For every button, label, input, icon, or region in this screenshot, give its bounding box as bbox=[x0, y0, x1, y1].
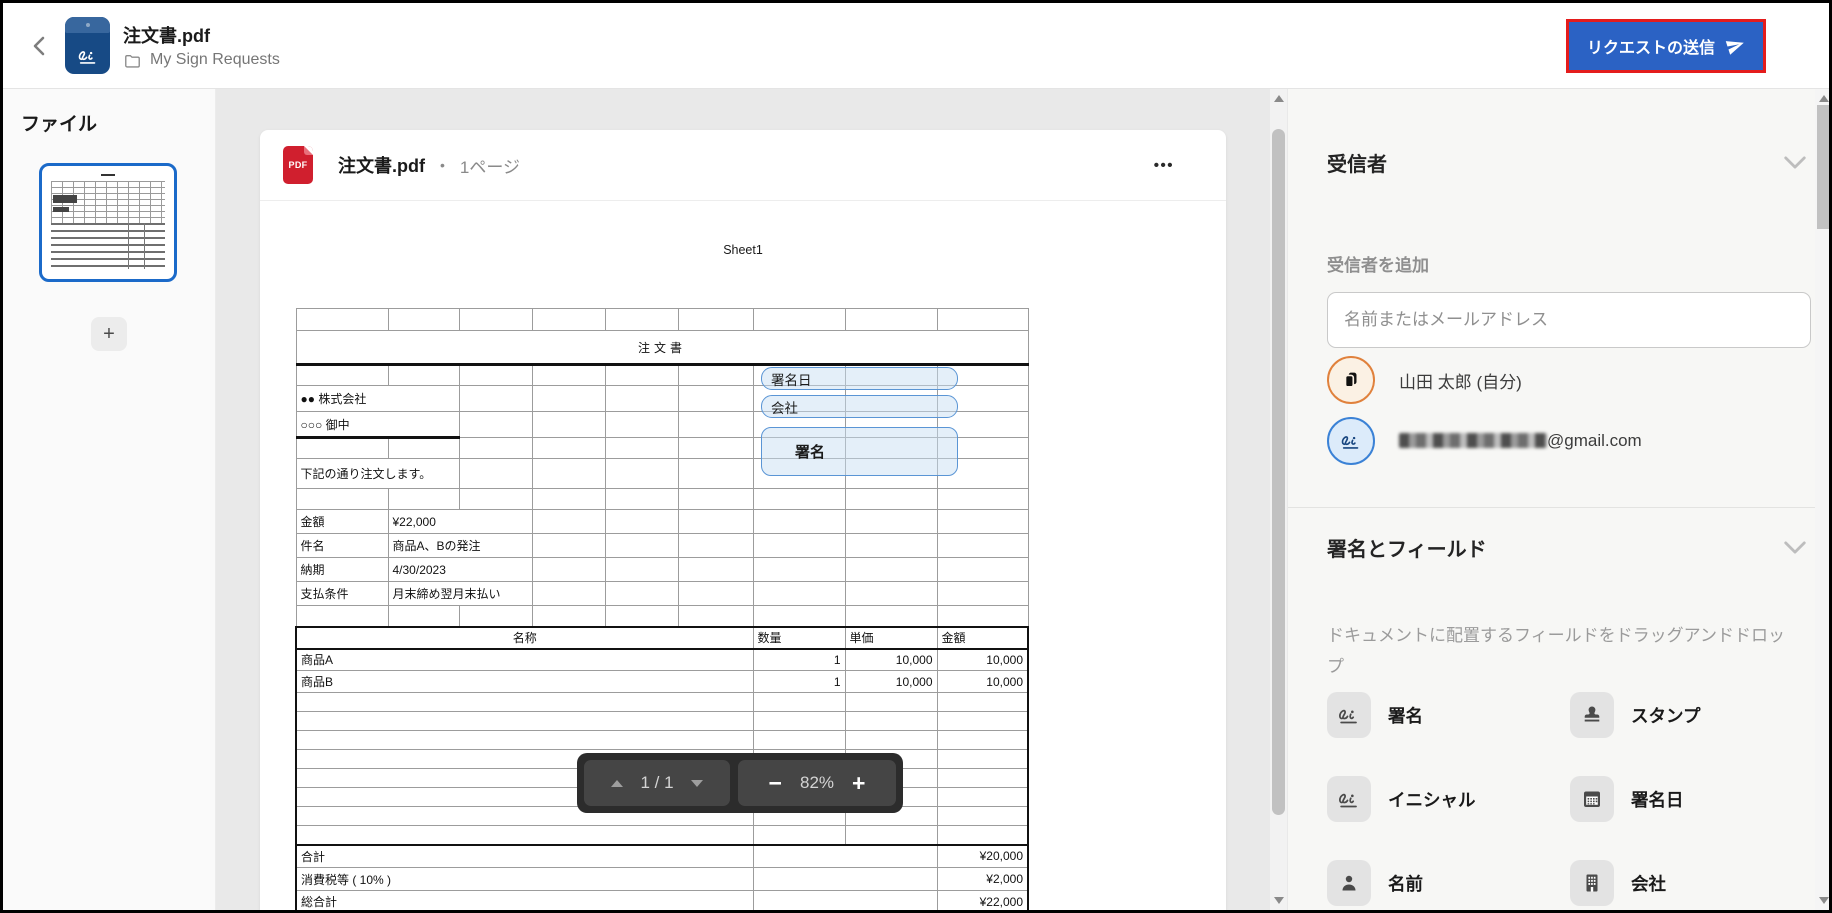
sheet-label: Sheet1 bbox=[723, 243, 763, 257]
recipient-search-input[interactable] bbox=[1327, 292, 1811, 348]
field-tool-stamp[interactable]: スタンプ bbox=[1570, 692, 1810, 738]
scroll-down-arrow[interactable] bbox=[1818, 897, 1829, 904]
field-tool-company[interactable]: 会社 bbox=[1570, 860, 1810, 906]
send-request-highlight: リクエストの送信 bbox=[1565, 18, 1766, 73]
preview-scrollbar-thumb[interactable] bbox=[1272, 129, 1285, 815]
document-card-header: PDF 注文書.pdf • 1ページ ••• bbox=[260, 130, 1226, 201]
thumbnail-image bbox=[51, 173, 165, 272]
signature-icon bbox=[78, 51, 95, 64]
recipient-name: 山田 太郎 (自分) bbox=[1399, 372, 1522, 392]
page-thumbnail[interactable] bbox=[39, 163, 177, 282]
paper-plane-icon bbox=[1725, 41, 1744, 55]
files-sidebar: ファイル + bbox=[3, 89, 216, 910]
sign-date-field[interactable]: 署名日 bbox=[761, 367, 958, 390]
chevron-down-icon[interactable] bbox=[1782, 154, 1808, 171]
drag-drop-hint: ドキュメントに配置するフィールドをドラッグアンドドロップ bbox=[1327, 626, 1785, 676]
page-up-button[interactable] bbox=[611, 779, 624, 787]
panel-scrollbar[interactable] bbox=[1815, 89, 1829, 910]
zoom-segment: − 82% + bbox=[738, 760, 896, 806]
company-to: ○○○ 御中 bbox=[295, 411, 460, 439]
page-nav-segment: 1 / 1 bbox=[584, 760, 730, 806]
redacted-email-prefix bbox=[1399, 433, 1547, 448]
signature-icon bbox=[1341, 436, 1359, 449]
field-tool-initials[interactable]: イニシャル bbox=[1327, 776, 1570, 822]
preview-toolbar: 1 / 1 − 82% + bbox=[577, 753, 903, 813]
back-button[interactable] bbox=[23, 29, 57, 63]
copy-icon bbox=[1344, 372, 1357, 388]
person-icon bbox=[1327, 860, 1371, 906]
company-from: ●● 株式会社 bbox=[295, 385, 460, 412]
separator-dot: • bbox=[440, 157, 445, 173]
page-down-button[interactable] bbox=[690, 779, 703, 787]
page-indicator: 1 / 1 bbox=[640, 773, 674, 792]
page-count: 1ページ bbox=[459, 157, 521, 177]
page-title: 注文書.pdf bbox=[123, 25, 210, 46]
preview-file-name: 注文書.pdf bbox=[338, 156, 425, 176]
request-settings-panel: 受信者 受信者を追加 山田 太郎 (自分) bbox=[1288, 89, 1815, 910]
recipient-row-self[interactable]: 山田 太郎 (自分) bbox=[1327, 356, 1810, 404]
folder-icon bbox=[125, 54, 140, 68]
recipient-row-signer[interactable]: @gmail.com bbox=[1327, 417, 1810, 465]
preview-scrollbar[interactable] bbox=[1270, 89, 1287, 910]
avatar bbox=[1327, 417, 1375, 465]
scroll-down-arrow[interactable] bbox=[1273, 897, 1284, 904]
fields-section-header: 署名とフィールド bbox=[1327, 534, 1810, 561]
breadcrumb-label: My Sign Requests bbox=[150, 51, 280, 68]
pdf-file-icon: PDF bbox=[283, 146, 313, 184]
section-divider bbox=[1288, 507, 1815, 508]
field-tool-name[interactable]: 名前 bbox=[1327, 860, 1570, 906]
company-field[interactable]: 会社 bbox=[761, 395, 958, 418]
signature-icon bbox=[1327, 692, 1371, 738]
chevron-left-icon bbox=[33, 36, 45, 55]
more-options-button[interactable]: ••• bbox=[1154, 157, 1174, 174]
panel-scrollbar-thumb[interactable] bbox=[1817, 105, 1829, 229]
order-form-title: 注文書 bbox=[295, 330, 1029, 366]
add-file-button[interactable]: + bbox=[91, 317, 127, 351]
add-recipient-label: 受信者を追加 bbox=[1327, 256, 1429, 275]
order-intro: 下記の通り注文します。 bbox=[295, 458, 460, 489]
stamp-icon bbox=[1570, 692, 1614, 738]
dropbox-sign-app-icon bbox=[65, 17, 110, 74]
initials-icon bbox=[1327, 776, 1371, 822]
files-title: ファイル bbox=[21, 114, 98, 135]
calendar-icon bbox=[1570, 776, 1614, 822]
recipient-email: @gmail.com bbox=[1399, 431, 1642, 451]
app-window: 注文書.pdf My Sign Requests リクエストの送信 ファイル + bbox=[0, 0, 1832, 913]
zoom-level: 82% bbox=[799, 773, 835, 792]
email-domain: @gmail.com bbox=[1547, 431, 1642, 450]
top-header: 注文書.pdf My Sign Requests リクエストの送信 bbox=[3, 3, 1829, 89]
field-tool-signature[interactable]: 署名 bbox=[1327, 692, 1570, 738]
building-icon bbox=[1570, 860, 1614, 906]
zoom-out-button[interactable]: − bbox=[769, 771, 782, 795]
scroll-up-arrow[interactable] bbox=[1273, 95, 1284, 102]
field-tool-sign-date[interactable]: 署名日 bbox=[1570, 776, 1810, 822]
field-tools-grid: 署名 スタンプ イニシャル 署名日 名前 会社 bbox=[1327, 692, 1810, 906]
recipients-section-header: 受信者 bbox=[1327, 149, 1810, 176]
zoom-in-button[interactable]: + bbox=[852, 771, 865, 795]
document-preview-area: PDF 注文書.pdf • 1ページ ••• Sheet1 注文書 ●● 株式会… bbox=[216, 89, 1288, 910]
signature-field[interactable]: 署名 bbox=[761, 427, 958, 476]
avatar bbox=[1327, 356, 1375, 404]
chevron-down-icon[interactable] bbox=[1782, 539, 1808, 556]
fields-title: 署名とフィールド bbox=[1327, 538, 1487, 561]
send-request-button[interactable]: リクエストの送信 bbox=[1568, 21, 1763, 70]
recipients-title: 受信者 bbox=[1327, 153, 1387, 176]
send-request-label: リクエストの送信 bbox=[1586, 39, 1715, 57]
scroll-up-arrow[interactable] bbox=[1818, 95, 1829, 102]
title-block: 注文書.pdf My Sign Requests bbox=[123, 22, 280, 70]
breadcrumb: My Sign Requests bbox=[123, 51, 280, 70]
